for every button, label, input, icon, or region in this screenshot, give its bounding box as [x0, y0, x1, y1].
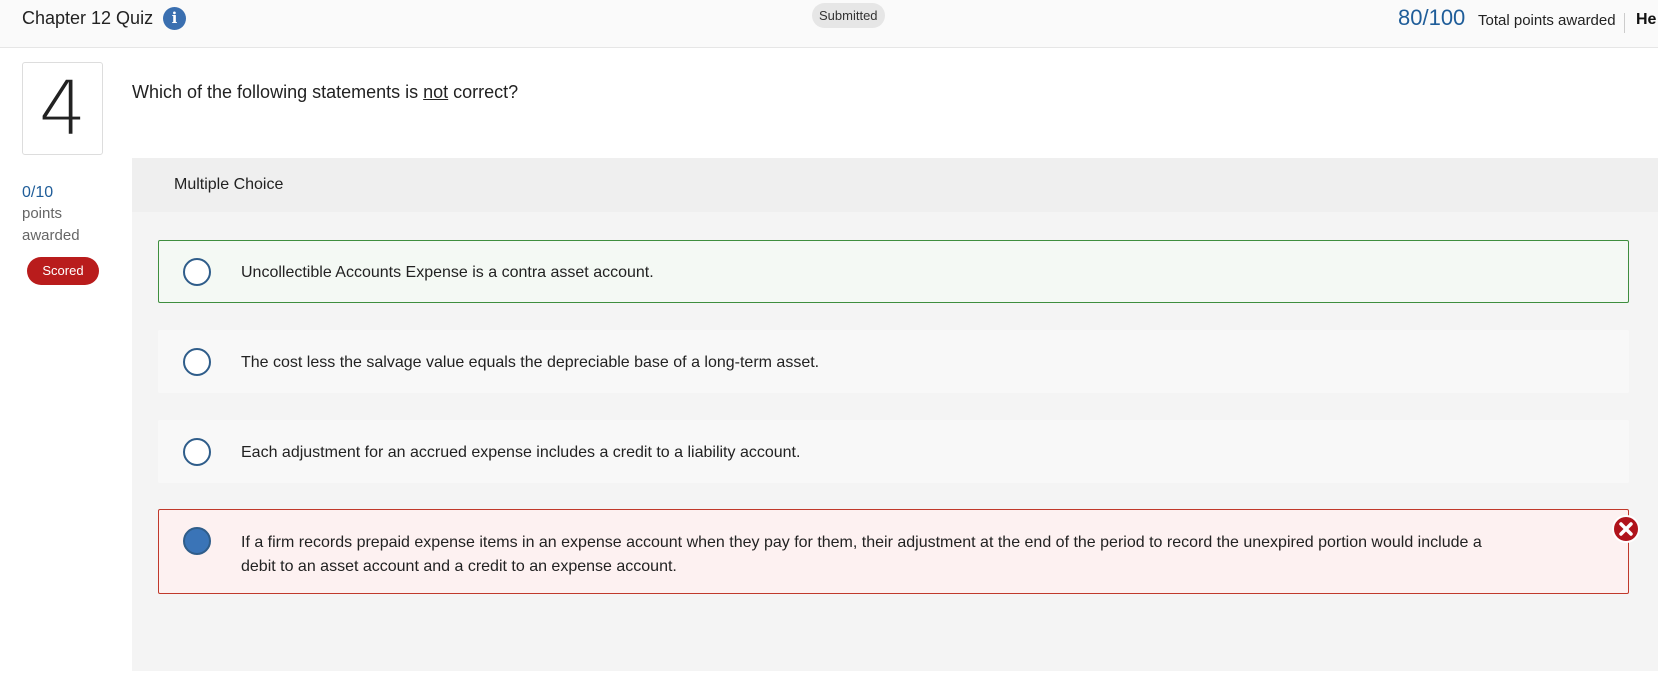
help-link[interactable]: He — [1636, 11, 1656, 29]
radio-button[interactable] — [183, 438, 211, 466]
radio-button-selected[interactable] — [183, 527, 211, 555]
quiz-title: Chapter 12 Quiz — [22, 8, 154, 28]
quiz-header: Chapter 12 Quiz i Submitted 80/100 Total… — [0, 0, 1658, 48]
question-text-start: Which of the following statements is — [132, 82, 424, 102]
radio-button[interactable] — [183, 348, 211, 376]
choice-label: If a firm records prepaid expense items … — [241, 531, 1482, 579]
incorrect-x-icon — [1612, 515, 1640, 543]
points-value: 0/10 — [22, 184, 54, 201]
total-score-label: Total points awarded — [1478, 12, 1616, 29]
question-text: Which of the following statements is not… — [132, 82, 518, 103]
choice-label: The cost less the salvage value equals t… — [241, 354, 820, 371]
scored-badge: Scored — [27, 257, 99, 285]
choice-option[interactable]: Each adjustment for an accrued expense i… — [158, 420, 1629, 483]
question-text-end: correct? — [448, 82, 519, 102]
status-badge: Submitted — [812, 3, 885, 28]
awarded-label: awarded — [22, 227, 80, 244]
choice-label: Uncollectible Accounts Expense is a cont… — [241, 264, 654, 281]
header-divider — [1624, 13, 1625, 33]
radio-button[interactable] — [183, 258, 211, 286]
question-text-emphasis: not — [423, 82, 449, 102]
question-type-label: Multiple Choice — [174, 176, 284, 193]
total-score: 80/100 — [1398, 5, 1466, 30]
choice-option-selected-incorrect[interactable]: If a firm records prepaid expense items … — [158, 509, 1629, 594]
choice-label-line2: debit to an asset account and a credit t… — [241, 558, 677, 575]
info-icon[interactable]: i — [163, 7, 186, 30]
question-number: 4 — [22, 62, 103, 155]
choice-label-line1: If a firm records prepaid expense items … — [241, 534, 1482, 551]
multiple-choice-panel: Multiple Choice — [132, 158, 1658, 671]
choice-option[interactable]: The cost less the salvage value equals t… — [158, 330, 1629, 393]
points-label: points — [22, 205, 63, 222]
multiple-choice-header: Multiple Choice — [132, 158, 1658, 212]
choice-label: Each adjustment for an accrued expense i… — [241, 444, 801, 461]
choice-option-correct[interactable]: Uncollectible Accounts Expense is a cont… — [158, 240, 1629, 303]
